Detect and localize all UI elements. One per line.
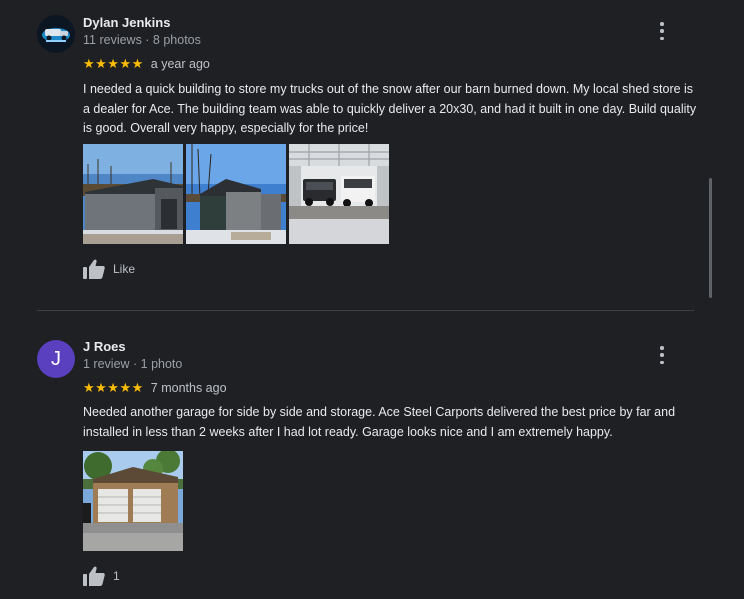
trucks-in-garage-photo-icon (289, 144, 389, 244)
review-text: Needed another garage for side by side a… (83, 405, 676, 439)
thumbs-up-icon (83, 259, 105, 279)
more-options-icon[interactable] (655, 346, 669, 364)
like-label: Like (113, 262, 136, 276)
star-rating: ★★★★★ (83, 56, 144, 71)
reviewer-avatar[interactable]: J (37, 340, 75, 378)
thumbs-up-icon (83, 566, 105, 586)
reviewer-name[interactable]: J Roes (83, 339, 126, 354)
review-divider (37, 310, 694, 311)
review-photo[interactable] (289, 144, 389, 244)
scrollbar[interactable] (709, 178, 712, 298)
review-photos (83, 144, 389, 244)
reviewer-meta: 11 reviews · 8 photos (83, 33, 201, 47)
review-photos (83, 451, 183, 551)
reviewer-name[interactable]: Dylan Jenkins (83, 15, 170, 30)
review-photo[interactable] (83, 451, 183, 551)
rating-row: ★★★★★ a year ago (83, 56, 210, 72)
reviewer-avatar[interactable] (37, 15, 75, 53)
review-photo[interactable] (83, 144, 183, 244)
rating-row: ★★★★★ 7 months ago (83, 380, 227, 396)
reviewer-meta: 1 review · 1 photo (83, 357, 183, 371)
like-count: 1 (113, 569, 120, 583)
steel-building-side-photo-icon (186, 144, 286, 244)
like-button[interactable]: Like (83, 259, 135, 279)
truck-logo-icon (37, 15, 75, 53)
review-time: a year ago (150, 57, 210, 71)
like-button[interactable]: 1 (83, 566, 120, 586)
wooden-garage-photo-icon (83, 451, 183, 551)
steel-building-photo-icon (83, 144, 183, 244)
more-options-icon[interactable] (655, 22, 669, 40)
avatar-letter: J (51, 347, 61, 370)
review-photo[interactable] (186, 144, 286, 244)
review-text: I needed a quick building to store my tr… (83, 82, 697, 135)
star-rating: ★★★★★ (83, 380, 144, 395)
review-time: 7 months ago (150, 381, 227, 395)
